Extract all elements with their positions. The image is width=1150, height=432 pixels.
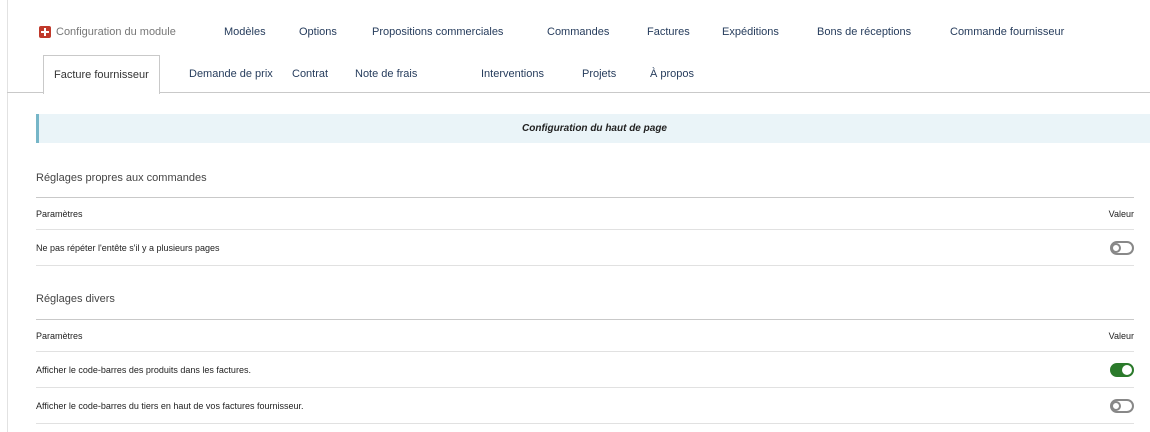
section-title-misc: Réglages divers	[36, 293, 115, 305]
tab-interventions[interactable]: Interventions	[481, 55, 544, 93]
toggle-off-icon[interactable]	[1110, 240, 1134, 255]
tab-contrat[interactable]: Contrat	[292, 55, 328, 93]
page: Configuration du module Modèles Options …	[0, 0, 1150, 432]
config-header-banner: Configuration du haut de page	[36, 114, 1150, 143]
module-config-icon	[39, 26, 51, 38]
settings-table-misc: Paramètres Valeur Afficher le code-barre…	[36, 319, 1134, 424]
setting-label: Afficher le code-barres des produits dan…	[36, 364, 251, 375]
tab-factures[interactable]: Factures	[647, 22, 690, 42]
tab-note-de-frais[interactable]: Note de frais	[355, 55, 417, 93]
table-header: Paramètres Valeur	[36, 197, 1134, 230]
tab-bons-de-receptions[interactable]: Bons de réceptions	[817, 22, 911, 42]
table-row: Ne pas répéter l'entête s'il y a plusieu…	[36, 230, 1134, 266]
tab-expeditions[interactable]: Expéditions	[722, 22, 779, 42]
toggle-on-icon[interactable]	[1110, 362, 1134, 377]
toggle-knob	[1111, 400, 1121, 411]
col-header-parametres: Paramètres	[36, 330, 83, 341]
tab-facture-fournisseur[interactable]: Facture fournisseur	[43, 55, 160, 94]
left-divider	[7, 0, 8, 432]
tab-commande-fournisseur[interactable]: Commande fournisseur	[950, 22, 1064, 42]
tab-propositions-commerciales[interactable]: Propositions commerciales	[372, 22, 503, 42]
table-row: Afficher le code-barres du tiers en haut…	[36, 388, 1134, 424]
tabs-divider	[7, 92, 1150, 93]
col-header-parametres: Paramètres	[36, 208, 83, 219]
toggle-knob	[1122, 364, 1132, 375]
toggle-knob	[1111, 242, 1121, 253]
table-row: Afficher le code-barres des produits dan…	[36, 352, 1134, 388]
tab-options[interactable]: Options	[299, 22, 337, 42]
tab-demande-de-prix[interactable]: Demande de prix	[189, 55, 273, 93]
table-header: Paramètres Valeur	[36, 319, 1134, 352]
tab-commandes[interactable]: Commandes	[547, 22, 609, 42]
setting-label: Ne pas répéter l'entête s'il y a plusieu…	[36, 242, 220, 253]
tab-a-propos[interactable]: À propos	[650, 55, 694, 93]
toggle-off-icon[interactable]	[1110, 398, 1134, 413]
section-title-orders: Réglages propres aux commandes	[36, 172, 207, 184]
tab-modeles[interactable]: Modèles	[224, 22, 266, 42]
settings-table-orders: Paramètres Valeur Ne pas répéter l'entêt…	[36, 197, 1134, 266]
tab-module-config-label: Configuration du module	[56, 26, 176, 38]
col-header-valeur: Valeur	[1108, 208, 1134, 219]
setting-label: Afficher le code-barres du tiers en haut…	[36, 400, 304, 411]
tab-projets[interactable]: Projets	[582, 55, 616, 93]
tab-module-config[interactable]: Configuration du module	[39, 22, 176, 42]
col-header-valeur: Valeur	[1108, 330, 1134, 341]
